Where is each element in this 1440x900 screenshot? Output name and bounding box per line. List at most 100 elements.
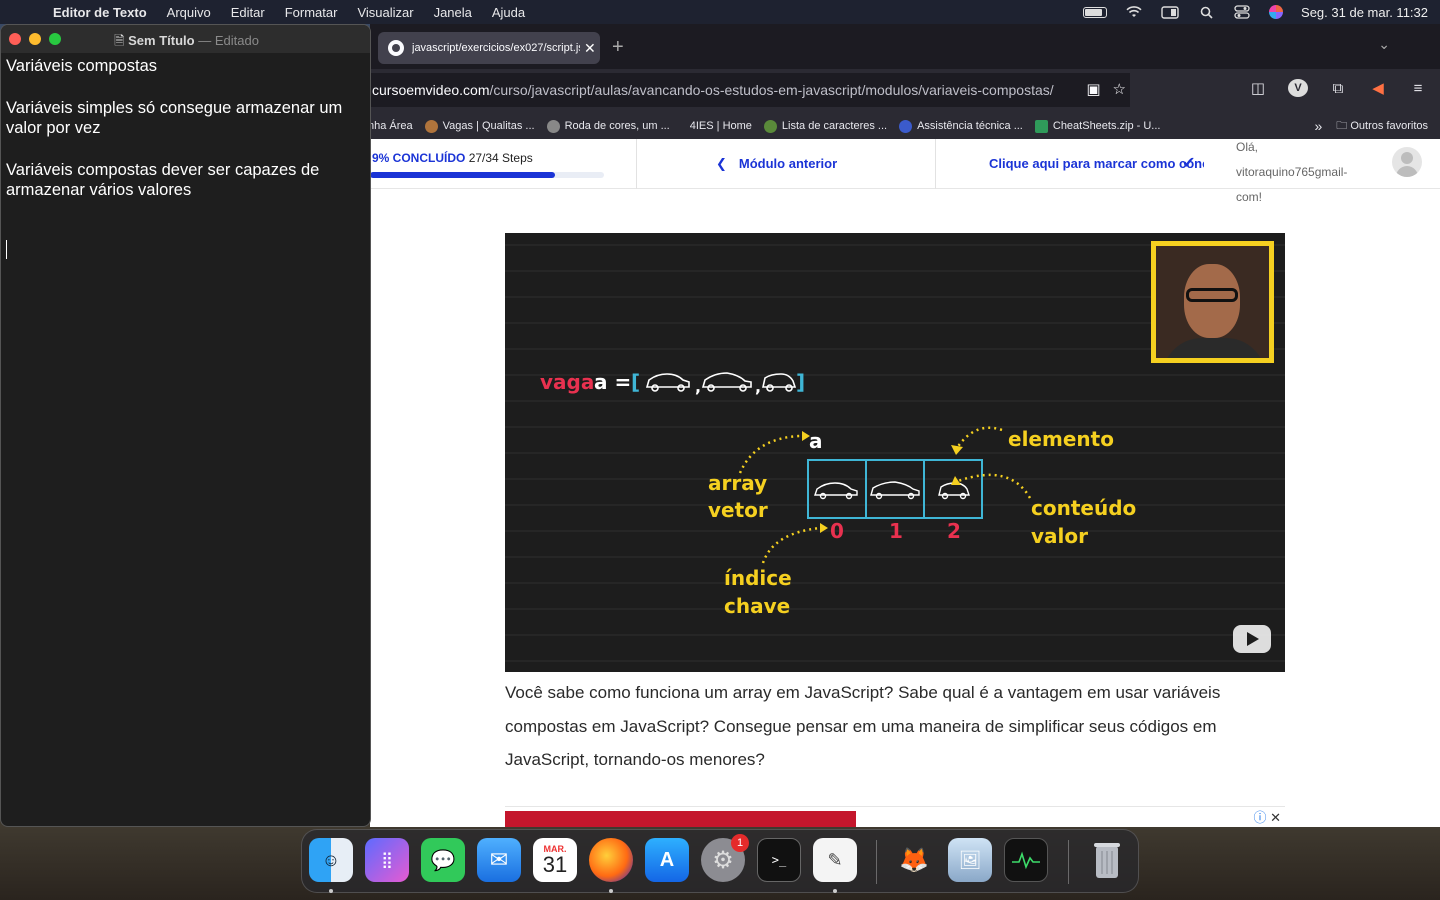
running-dot [833,889,837,893]
activity-monitor-icon[interactable] [1004,838,1048,882]
course-progress-header: 9% CONCLUÍDO 27/34 Steps ❮ Módulo anterio… [370,139,1440,204]
screen-mirroring-icon[interactable] [1161,5,1179,19]
notification-badge: 1 [731,834,749,852]
text-cursor [6,240,7,259]
text-editor-window: 🗎 Sem Título — Editado Variáveis compost… [0,24,371,827]
document-icon: 🗎 [114,33,125,48]
menu-formatar[interactable]: Formatar [285,5,338,20]
editor-titlebar: 🗎 Sem Título — Editado [1,25,370,53]
trash-icon[interactable] [1085,838,1129,882]
check-icon[interactable]: ✔ [1182,153,1195,173]
video-player[interactable]: vaga a = [ , , ] a elemento array vetor … [505,233,1285,672]
bookmark-item[interactable]: Lista de caracteres ... [763,119,887,133]
editor-window-title: 🗎 Sem Título — Editado [114,33,259,48]
calendar-day: 31 [542,852,568,877]
document-body[interactable]: Variáveis compostas Variáveis simples só… [6,56,361,222]
bookmark-item[interactable]: nha Área [368,120,413,132]
prev-module-link[interactable]: ❮ Módulo anterior [716,156,837,172]
app-store-icon[interactable]: A [645,838,689,882]
url-path: /curso/javascript/aulas/avancando-os-est… [489,82,1054,98]
folder-icon: 🗀 [1336,119,1351,132]
bookmark-item[interactable]: 4IES | Home [682,120,752,132]
bookmark-favicon-icon [1034,119,1048,133]
extension-flag-icon[interactable]: ◀ [1368,79,1388,97]
reader-mode-icon[interactable]: ▣ [1086,73,1100,107]
menu-arquivo[interactable]: Arquivo [167,5,211,20]
mail-icon[interactable]: ✉ [477,838,521,882]
siri-icon[interactable] [1269,5,1284,19]
tab-title: javascript/exercicios/ex027/script.js [412,42,580,54]
browser-window: javascript/exercicios/ex027/script.js ✕ … [368,24,1440,827]
avatar[interactable] [1392,147,1422,177]
text-edit-icon[interactable]: ✎ [813,838,857,882]
dock: ☺ ⣿ 💬 ✉ MAR. 31 A ⚙ 1 >_ ✎ 🦊 🖼 [301,829,1139,893]
list-tabs-icon[interactable]: ⌄ [1378,36,1390,53]
running-dot [609,889,613,893]
url-domain: cursoemvideo.com [372,82,490,98]
menu-visualizar[interactable]: Visualizar [357,5,413,20]
dotted-arrows [738,426,1032,564]
doc-line-1: Variáveis compostas [6,57,158,75]
tab-bar: javascript/exercicios/ex027/script.js ✕ … [370,24,1440,69]
user-greeting: Olá, vitoraquino765gmail-com! [1236,140,1348,204]
dock-separator [876,840,877,884]
more-bookmarks-chevron-icon[interactable]: » [1315,118,1323,134]
dock-separator [1068,840,1069,884]
github-icon [388,40,404,56]
bookmark-star-icon[interactable]: ☆ [1113,73,1126,107]
mark-complete-button[interactable]: Clique aqui para marcar como concluído [989,156,1204,176]
progress-track [370,172,604,178]
battery-icon[interactable] [1083,6,1108,18]
doc-line-3: Variáveis compostas dever ser capazes de… [6,160,320,200]
menubar: Editor de Texto Arquivo Editar Formatar … [0,0,1440,24]
divider [636,139,637,189]
divider [935,139,936,189]
messages-icon[interactable]: 💬 [421,838,465,882]
chevron-left-icon: ❮ [716,156,727,171]
other-bookmarks[interactable]: 🗀 Outros favoritos [1336,117,1428,136]
finder-icon[interactable]: ☺ [309,838,353,882]
pocket-icon[interactable]: ◫ [1248,79,1268,97]
terminal-icon[interactable]: >_ [757,838,801,882]
progress-text: 9% CONCLUÍDO 27/34 Steps [372,151,533,165]
bookmark-favicon-icon [424,119,438,133]
ad-image[interactable] [505,811,856,827]
progress-fill [370,172,555,178]
youtube-play-icon[interactable] [1233,625,1271,653]
firefox-icon[interactable] [589,838,633,882]
bookmarks-bar: nha Área Vagas | Qualitas ... Roda de co… [368,113,1440,139]
search-icon[interactable] [1197,5,1215,19]
ad-info-close-icon[interactable]: ⓘ ✕ [1253,807,1281,826]
system-settings-icon[interactable]: ⚙ 1 [701,834,749,882]
ad-banner[interactable]: ⓘ ✕ [505,806,1285,827]
bookmark-item[interactable]: Vagas | Qualitas ... [424,119,535,133]
tab-github[interactable]: javascript/exercicios/ex027/script.js ✕ [378,32,600,64]
bookmark-item[interactable]: CheatSheets.zip - U... [1034,119,1160,133]
running-dot [329,889,333,893]
launchpad-icon[interactable]: ⣿ [365,838,409,882]
nav-bar: cursoemvideo.com/curso/javascript/aulas/… [370,69,1440,113]
bookmark-favicon-icon [546,119,560,133]
gimp-icon[interactable]: 🦊 [892,838,936,882]
bookmark-favicon-icon [899,119,913,133]
bookmark-favicon-icon [763,119,777,133]
menu-app-name[interactable]: Editor de Texto [53,5,147,20]
new-tab-icon[interactable]: + [612,36,624,59]
preview-icon[interactable]: 🖼 [948,838,992,882]
hamburger-menu-icon[interactable]: ≡ [1408,80,1428,97]
menu-ajuda[interactable]: Ajuda [492,5,525,20]
tab-close-icon[interactable]: ✕ [584,40,596,57]
doc-line-2: Variáveis simples só consegue armazenar … [6,98,343,138]
menu-editar[interactable]: Editar [231,5,265,20]
bookmark-item[interactable]: Roda de cores, um ... [546,119,670,133]
menu-janela[interactable]: Janela [434,5,472,20]
url-bar[interactable]: cursoemvideo.com/curso/javascript/aulas/… [370,73,1130,107]
extensions-icon[interactable]: ⧉ [1328,80,1348,97]
vpn-extension-icon[interactable]: V [1288,79,1308,97]
article-paragraph: Você sabe como funciona um array em Java… [505,683,1221,769]
wifi-icon[interactable] [1125,5,1143,19]
menubar-datetime[interactable]: Seg. 31 de mar. 11:32 [1301,5,1428,20]
bookmark-item[interactable]: Assistência técnica ... [899,119,1023,133]
control-center-icon[interactable] [1233,5,1251,19]
calendar-icon[interactable]: MAR. 31 [533,838,577,882]
